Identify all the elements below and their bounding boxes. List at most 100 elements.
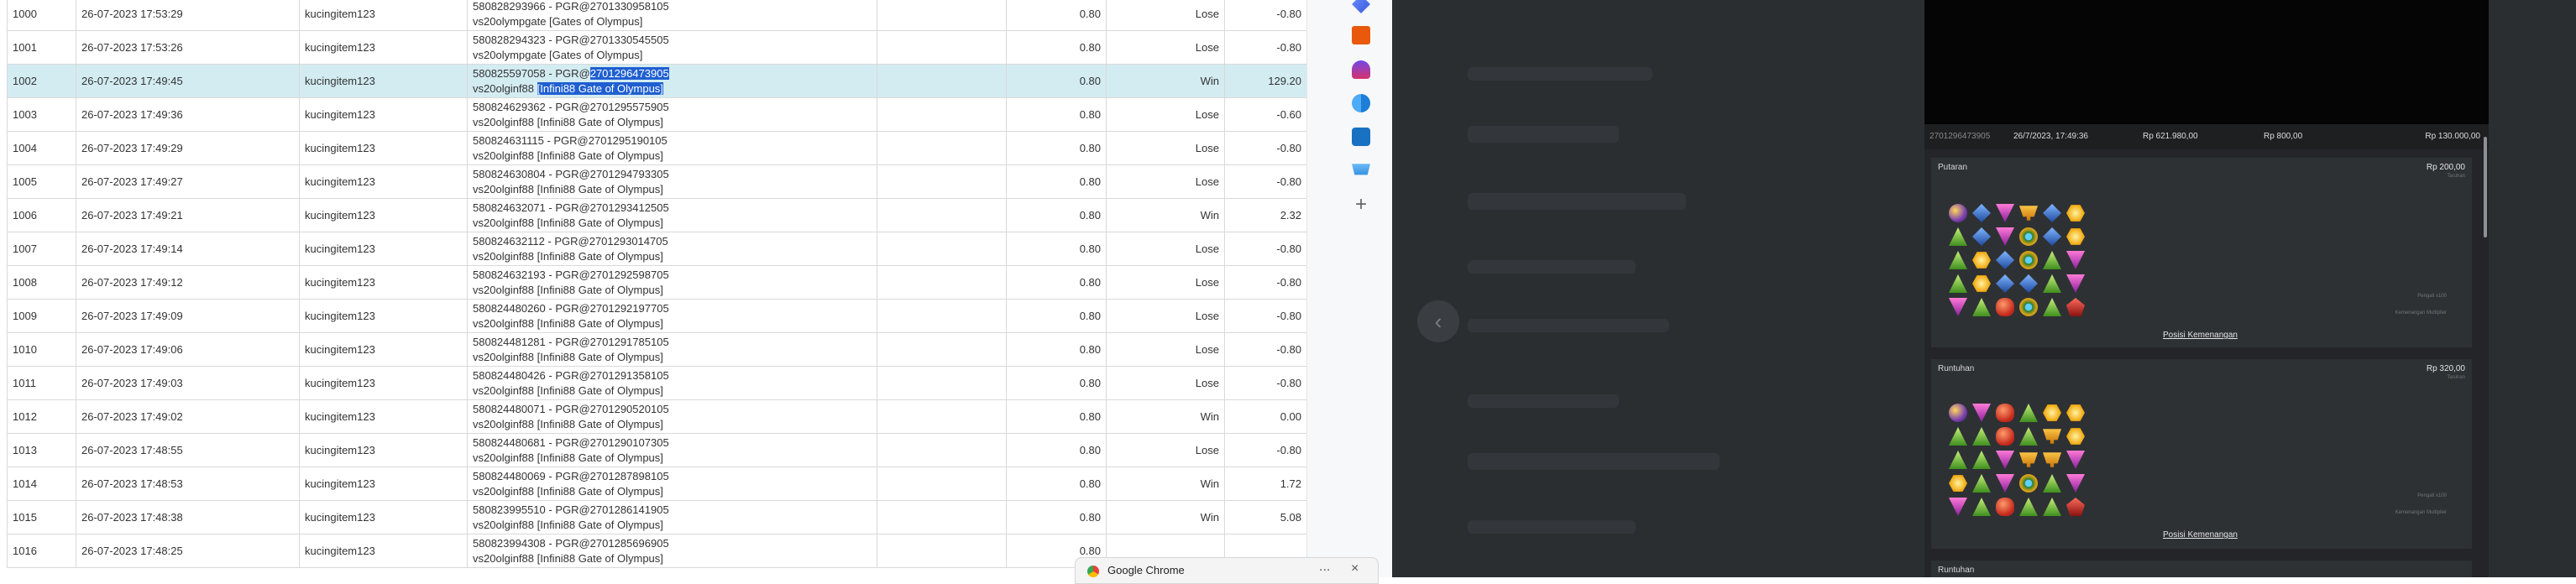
symbol-icon: [2043, 452, 2061, 467]
more-options-icon[interactable]: ...: [1319, 560, 1330, 575]
game-history-pane: ‹ 2701296473905 26/7/2023, 17:49:36 Rp 6…: [1392, 0, 2576, 577]
row-bet: 0.80: [1006, 131, 1107, 165]
symbol-icon: [2066, 498, 2085, 516]
table-row[interactable]: 1006 26-07-2023 17:49:21 kucingitem123 5808…: [7, 198, 1306, 232]
row-payout: 1.72: [1224, 467, 1306, 501]
users-extension-icon[interactable]: [1352, 60, 1370, 79]
background-text: [1468, 193, 1686, 210]
row-result: Lose: [1106, 366, 1225, 400]
table-row[interactable]: 1011 26-07-2023 17:49:03 kucingitem123 5808…: [7, 366, 1306, 400]
table-row[interactable]: 1003 26-07-2023 17:49:36 kucingitem123 5808…: [7, 97, 1306, 132]
row-bet: 0.80: [1006, 433, 1107, 467]
symbol-icon: [1996, 427, 2014, 446]
symbol-icon: [2019, 404, 2038, 422]
game-ref: 580824480069 - PGR@2701287898105: [473, 469, 669, 482]
win-position-link[interactable]: Posisi Kemenangan: [2163, 530, 2238, 540]
outlook-extension-icon[interactable]: [1352, 128, 1370, 146]
row-number: 1004: [7, 131, 76, 165]
table-row[interactable]: 1015 26-07-2023 17:48:38 kucingitem123 5808…: [7, 500, 1306, 534]
symbol-icon: [2043, 429, 2061, 444]
previous-arrow-button[interactable]: ‹: [1417, 300, 1459, 342]
row-bet: 0.80: [1006, 399, 1107, 434]
row-empty-cell: [877, 399, 1007, 434]
row-username: kucingitem123: [299, 30, 468, 65]
chrome-notification[interactable]: Google Chrome ... ×: [1075, 557, 1379, 584]
shopping-basket-extension-icon[interactable]: [1352, 26, 1370, 44]
table-row[interactable]: 1007 26-07-2023 17:49:14 kucingitem123 5808…: [7, 232, 1306, 266]
selected-text: [Infini88 Gate of Olympus]: [537, 81, 663, 95]
card-amount: Rp 200,00: [2426, 163, 2465, 172]
row-payout: -0.80: [1224, 366, 1306, 400]
symbol-icon: [2019, 206, 2038, 221]
table-row[interactable]: 1000 26-07-2023 17:53:29 kucingitem123 5808…: [7, 0, 1306, 31]
row-game-info: 580824481281 - PGR@2701291785105 vs20olgi…: [467, 332, 877, 367]
round-balance: Rp 621.980,00: [2143, 132, 2198, 141]
row-number: 1005: [7, 164, 76, 199]
cart-extension-icon[interactable]: [1352, 164, 1370, 175]
background-text: [1468, 394, 1619, 408]
row-empty-cell: [877, 97, 1007, 132]
table-row[interactable]: 1005 26-07-2023 17:49:27 kucingitem123 5808…: [7, 164, 1306, 199]
background-text: [1468, 67, 1652, 81]
viewer-scrollbar[interactable]: [2484, 137, 2487, 237]
symbol-icon: [1972, 252, 1991, 269]
game-ref: 580824632112 - PGR@2701293014705: [473, 234, 668, 248]
row-empty-cell: [877, 534, 1007, 568]
symbol-icon: [1972, 204, 1991, 222]
row-payout: 2.32: [1224, 198, 1306, 232]
win-multiplier-note: Kemenangan Multiplier: [2395, 510, 2447, 515]
game-name: vs20olginf88 [Infini88 Gate of Olympus]: [473, 350, 663, 363]
game-name: vs20olginf88: [473, 81, 537, 95]
diamond-extension-icon[interactable]: [1352, 0, 1370, 13]
symbol-icon: [1996, 298, 2014, 316]
game-ref: 580828294323 - PGR@2701330545505: [473, 33, 669, 46]
row-username: kucingitem123: [299, 366, 468, 400]
table-row[interactable]: 1002 26-07-2023 17:49:45 kucingitem123 5808…: [7, 64, 1306, 98]
symbol-icon: [2043, 298, 2061, 316]
row-datetime: 26-07-2023 17:53:29: [76, 0, 300, 31]
row-number: 1015: [7, 500, 76, 534]
close-icon[interactable]: ×: [1351, 561, 1359, 576]
game-ref: 580824632071 - PGR@2701293412505: [473, 201, 669, 214]
symbol-icon: [1972, 427, 1991, 446]
row-payout: -0.80: [1224, 131, 1306, 165]
row-datetime: 26-07-2023 17:49:27: [76, 164, 300, 199]
round-summary-bar: 2701296473905 26/7/2023, 17:49:36 Rp 621…: [1924, 124, 2489, 149]
row-result: Lose: [1106, 265, 1225, 300]
card-title: Putaran: [1938, 163, 1968, 172]
row-username: kucingitem123: [299, 399, 468, 434]
symbol-icon: [1996, 251, 2014, 269]
symbol-icon: [1996, 474, 2014, 493]
symbol-icon: [1949, 227, 1967, 246]
table-row[interactable]: 1012 26-07-2023 17:49:02 kucingitem123 5808…: [7, 399, 1306, 434]
card-title: Runtuhan: [1938, 364, 1975, 373]
symbol-icon: [2066, 274, 2085, 293]
background-text: [1468, 260, 1636, 274]
table-row[interactable]: 1008 26-07-2023 17:49:12 kucingitem123 5808…: [7, 265, 1306, 300]
table-row[interactable]: 1009 26-07-2023 17:49:09 kucingitem123 5808…: [7, 299, 1306, 333]
symbol-icon: [2043, 474, 2061, 493]
symbol-icon: [2066, 251, 2085, 269]
symbol-icon: [2066, 474, 2085, 493]
table-row[interactable]: 1004 26-07-2023 17:49:29 kucingitem123 5808…: [7, 131, 1306, 165]
row-result: Win: [1106, 399, 1225, 434]
table-row[interactable]: 1001 26-07-2023 17:53:26 kucingitem123 5808…: [7, 30, 1306, 65]
win-position-link[interactable]: Posisi Kemenangan: [2163, 331, 2238, 340]
background-text: [1468, 520, 1636, 534]
symbol-icon: [1972, 227, 1991, 246]
symbol-icon: [2019, 251, 2038, 269]
row-payout: -0.80: [1224, 30, 1306, 65]
game-ref: 580823995510 - PGR@2701286141905: [473, 503, 669, 516]
chrome-cleanup-extension-icon[interactable]: [1352, 94, 1370, 112]
row-username: kucingitem123: [299, 0, 468, 31]
table-row[interactable]: 1010 26-07-2023 17:49:06 kucingitem123 5808…: [7, 332, 1306, 367]
row-empty-cell: [877, 500, 1007, 534]
symbol-icon: [1996, 404, 2014, 422]
row-game-info: 580824480069 - PGR@2701287898105 vs20olgi…: [467, 467, 877, 501]
symbol-icon: [1996, 451, 2014, 469]
table-row[interactable]: 1013 26-07-2023 17:48:55 kucingitem123 5808…: [7, 433, 1306, 467]
row-datetime: 26-07-2023 17:49:12: [76, 265, 300, 300]
row-empty-cell: [877, 30, 1007, 65]
table-row[interactable]: 1014 26-07-2023 17:48:53 kucingitem123 5808…: [7, 467, 1306, 501]
add-extension-icon[interactable]: +: [1352, 195, 1370, 215]
